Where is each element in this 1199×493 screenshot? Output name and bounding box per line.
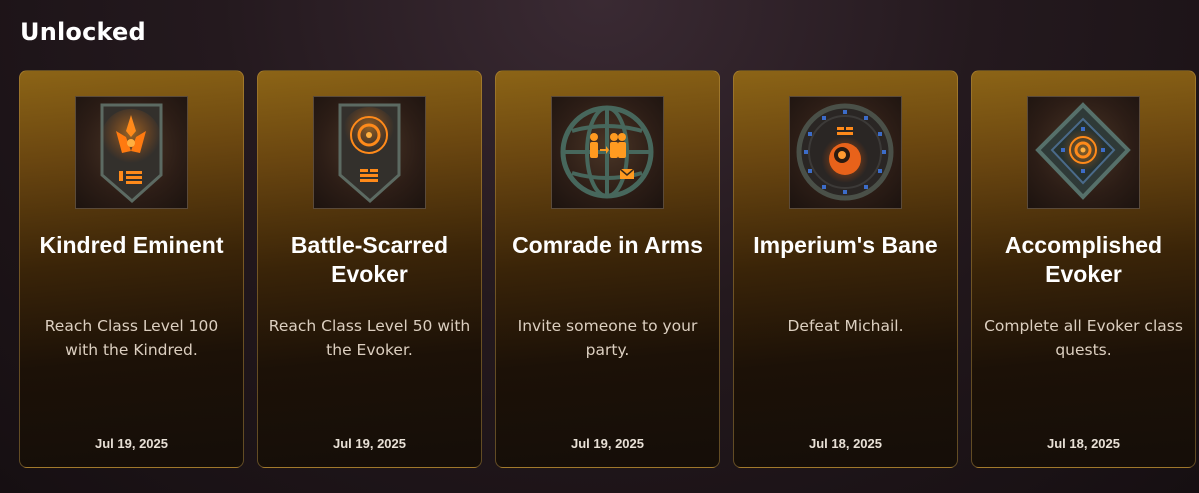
achievement-date: Jul 19, 2025 — [95, 436, 168, 451]
imperium-seal-icon — [789, 96, 902, 209]
achievement-date: Jul 18, 2025 — [1047, 436, 1120, 451]
achievement-description: Defeat Michail. — [787, 317, 904, 335]
achievement-card-battle-scarred-evoker[interactable]: Battle-Scarred Evoker Reach Class Level … — [257, 70, 482, 468]
achievement-title: Kindred Eminent — [39, 232, 224, 258]
achievement-date: Jul 18, 2025 — [809, 436, 882, 451]
achievement-date: Jul 19, 2025 — [571, 436, 644, 451]
achievement-title: Imperium's Bane — [753, 232, 938, 258]
achievement-list: Kindred Eminent Reach Class Level 100 wi… — [19, 70, 1196, 468]
achievement-description: Reach Class Level 100 with the Kindred. — [44, 317, 219, 359]
achievement-title: Comrade in Arms — [512, 232, 703, 258]
achievement-description: Complete all Evoker class quests. — [984, 317, 1183, 359]
achievement-title: Battle-Scarred Evoker — [290, 232, 449, 287]
achievement-title: Accomplished Evoker — [1004, 232, 1163, 287]
evoker-diamond-icon — [1027, 96, 1140, 209]
party-globe-icon — [551, 96, 664, 209]
section-title: Unlocked — [20, 18, 146, 46]
achievement-card-kindred-eminent[interactable]: Kindred Eminent Reach Class Level 100 wi… — [19, 70, 244, 468]
achievement-description: Invite someone to your party. — [517, 317, 698, 359]
achievement-card-accomplished-evoker[interactable]: Accomplished Evoker Complete all Evoker … — [971, 70, 1196, 468]
evoker-shield-icon — [313, 96, 426, 209]
kindred-shield-icon — [75, 96, 188, 209]
achievement-date: Jul 19, 2025 — [333, 436, 406, 451]
achievement-card-imperiums-bane[interactable]: Imperium's Bane Defeat Michail. Jul 18, … — [733, 70, 958, 468]
achievement-description: Reach Class Level 50 with the Evoker. — [268, 317, 471, 359]
achievement-card-comrade-in-arms[interactable]: Comrade in Arms Invite someone to your p… — [495, 70, 720, 468]
